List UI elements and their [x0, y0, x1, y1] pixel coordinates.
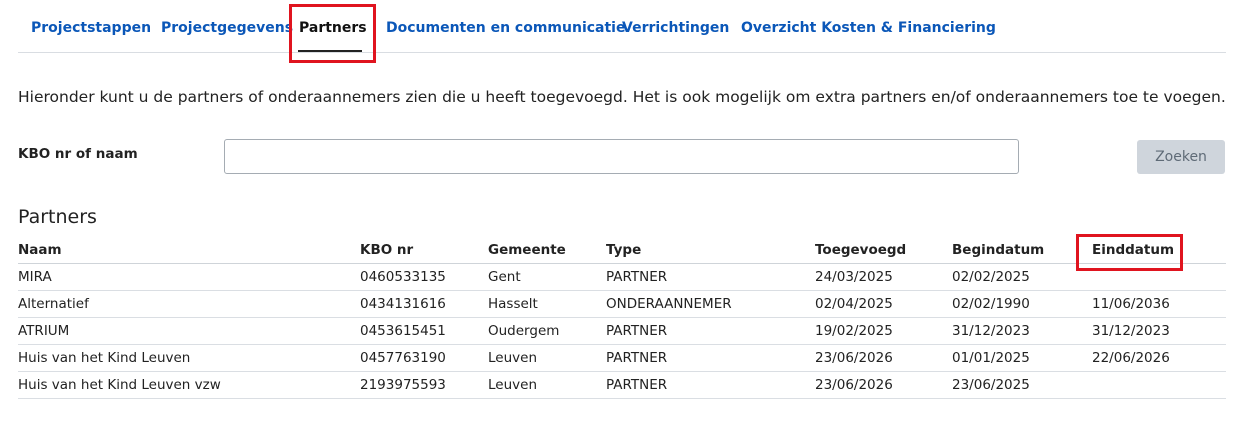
cell-gemeente: Hasselt: [488, 296, 538, 312]
cell-naam: ATRIUM: [18, 323, 70, 339]
cell-type: PARTNER: [606, 350, 668, 366]
cell-begindatum: 01/01/2025: [952, 350, 1030, 366]
column-header-kbo-nr: KBO nr: [360, 242, 414, 258]
table-row: Huis van het Kind Leuven vzw 2193975593 …: [18, 372, 1226, 399]
partners-table: Naam KBO nr Gemeente Type Toegevoegd Beg…: [18, 238, 1226, 399]
cell-toegevoegd: 19/02/2025: [815, 323, 893, 339]
cell-kbo-nr: 0457763190: [360, 350, 446, 366]
search-button[interactable]: Zoeken: [1137, 140, 1225, 174]
cell-kbo-nr: 0434131616: [360, 296, 446, 312]
cell-toegevoegd: 23/06/2026: [815, 377, 893, 393]
cell-gemeente: Leuven: [488, 350, 537, 366]
tab-bar: Projectstappen Projectgegevens Partners …: [18, 0, 1226, 53]
column-header-type: Type: [606, 242, 642, 258]
column-header-naam: Naam: [18, 242, 62, 258]
table-row: ATRIUM 0453615451 Oudergem PARTNER 19/02…: [18, 318, 1226, 345]
table-header-row: Naam KBO nr Gemeente Type Toegevoegd Beg…: [18, 238, 1226, 264]
table-row: MIRA 0460533135 Gent PARTNER 24/03/2025 …: [18, 264, 1226, 291]
column-header-einddatum: Einddatum: [1092, 242, 1175, 258]
cell-type: PARTNER: [606, 323, 668, 339]
cell-kbo-nr: 0460533135: [360, 269, 446, 285]
tab-verrichtingen[interactable]: Verrichtingen: [622, 20, 729, 36]
table-row: Alternatief 0434131616 Hasselt ONDERAANN…: [18, 291, 1226, 318]
cell-begindatum: 31/12/2023: [952, 323, 1030, 339]
table-row: Huis van het Kind Leuven 0457763190 Leuv…: [18, 345, 1226, 372]
active-tab-indicator: [298, 50, 362, 52]
cell-begindatum: 02/02/2025: [952, 269, 1030, 285]
tab-projectgegevens[interactable]: Projectgegevens: [161, 20, 293, 36]
cell-naam: Huis van het Kind Leuven vzw: [18, 377, 221, 393]
cell-type: PARTNER: [606, 377, 668, 393]
tab-projectstappen[interactable]: Projectstappen: [31, 20, 151, 36]
cell-einddatum: 22/06/2026: [1092, 350, 1170, 366]
cell-einddatum: 31/12/2023: [1092, 323, 1170, 339]
cell-type: PARTNER: [606, 269, 668, 285]
cell-einddatum: 11/06/2036: [1092, 296, 1170, 312]
cell-begindatum: 23/06/2025: [952, 377, 1030, 393]
intro-text: Hieronder kunt u de partners of onderaan…: [18, 88, 1226, 106]
search-input[interactable]: [224, 139, 1019, 174]
cell-kbo-nr: 0453615451: [360, 323, 446, 339]
column-header-gemeente: Gemeente: [488, 242, 566, 258]
tab-partners[interactable]: Partners: [299, 20, 367, 36]
cell-gemeente: Oudergem: [488, 323, 560, 339]
cell-naam: Alternatief: [18, 296, 89, 312]
partners-title: Partners: [18, 206, 97, 228]
cell-toegevoegd: 02/04/2025: [815, 296, 893, 312]
cell-naam: MIRA: [18, 269, 52, 285]
cell-kbo-nr: 2193975593: [360, 377, 446, 393]
column-header-begindatum: Begindatum: [952, 242, 1045, 258]
tab-overzicht-kosten-financiering[interactable]: Overzicht Kosten & Financiering: [741, 20, 996, 36]
cell-type: ONDERAANNEMER: [606, 296, 732, 312]
search-label: KBO nr of naam: [18, 146, 138, 162]
cell-begindatum: 02/02/1990: [952, 296, 1030, 312]
cell-gemeente: Gent: [488, 269, 521, 285]
cell-gemeente: Leuven: [488, 377, 537, 393]
cell-toegevoegd: 23/06/2026: [815, 350, 893, 366]
cell-toegevoegd: 24/03/2025: [815, 269, 893, 285]
tab-documenten-en-communicatie[interactable]: Documenten en communicatie: [386, 20, 625, 36]
column-header-toegevoegd: Toegevoegd: [815, 242, 907, 258]
cell-naam: Huis van het Kind Leuven: [18, 350, 191, 366]
